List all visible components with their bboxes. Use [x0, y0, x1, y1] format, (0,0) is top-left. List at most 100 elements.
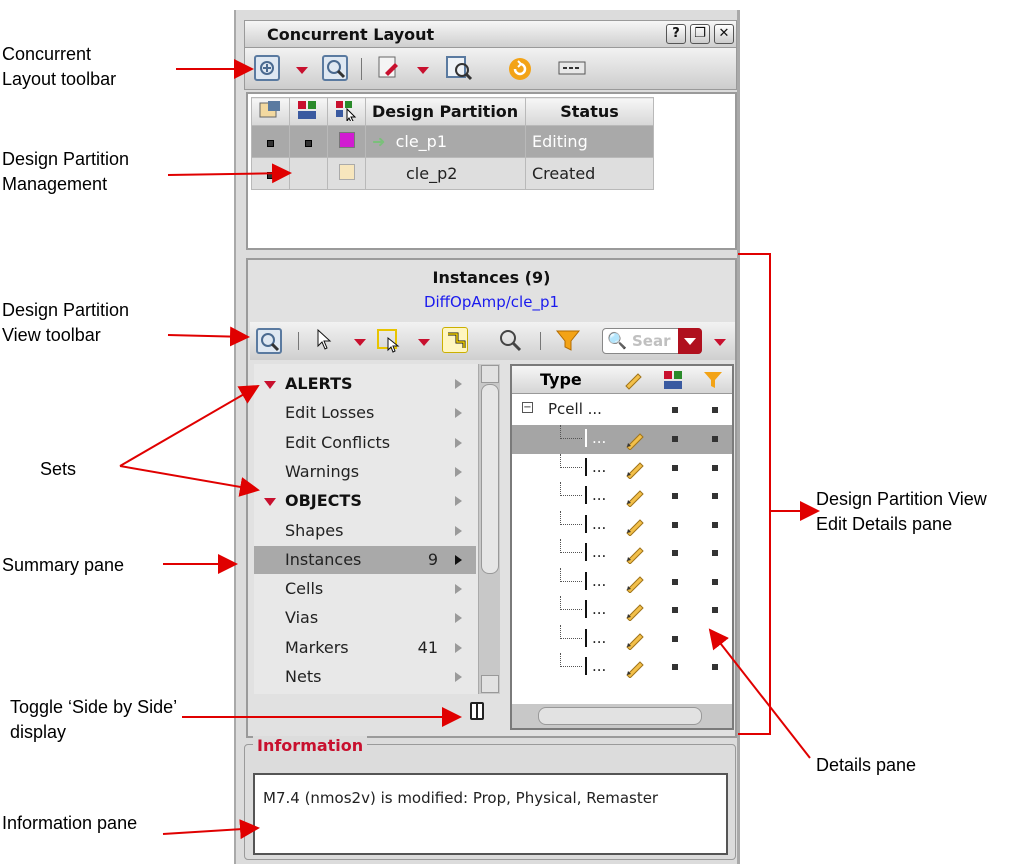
callout-design-partition-view-toolbar: Design Partition View toolbar [2, 300, 130, 345]
lock-column-header[interactable] [251, 97, 290, 126]
visibility-cell[interactable] [289, 125, 328, 158]
edit-pencil-icon[interactable] [624, 514, 646, 536]
create-partition-icon[interactable] [254, 55, 280, 81]
inspect-partition-icon[interactable] [445, 55, 473, 81]
area-select-icon[interactable] [376, 328, 402, 354]
scroll-down-icon[interactable] [481, 675, 499, 693]
partition-color-swatch[interactable] [338, 131, 355, 148]
partition-row[interactable]: ➜ cle_p1 Editing [251, 125, 654, 158]
tree-row-instance[interactable]: ... [512, 539, 732, 568]
tree-row-instance[interactable]: ... [512, 453, 732, 483]
tree-row-instance[interactable]: ... [512, 482, 732, 511]
select-arrow-icon[interactable] [314, 328, 340, 354]
color-cell[interactable] [327, 125, 366, 158]
float-button[interactable]: ❐ [690, 24, 710, 44]
edit-pencil-icon[interactable] [624, 599, 646, 621]
set-expand-arrow-icon[interactable] [455, 584, 462, 595]
side-by-side-icon[interactable] [442, 327, 468, 353]
type-column-header[interactable]: Type [540, 370, 582, 389]
select-dropdown-icon[interactable] [354, 339, 366, 346]
tree-row-root[interactable]: − Pcell ... [512, 396, 732, 425]
status-column-header[interactable]: Status [525, 97, 654, 126]
set-item[interactable]: Edit Losses [254, 399, 476, 427]
view-path[interactable]: DiffOpAmp/cle_p1 [248, 293, 735, 311]
scroll-up-icon[interactable] [481, 365, 499, 383]
partition-name-cell[interactable]: cle_p2 [365, 157, 526, 190]
set-expand-arrow-icon[interactable] [455, 525, 462, 536]
zoom-fit-icon[interactable] [256, 328, 282, 354]
set-expand-arrow-icon[interactable] [455, 437, 462, 448]
filter-column-icon[interactable] [702, 369, 724, 395]
color-column-header[interactable] [327, 97, 366, 126]
edit-pencil-icon[interactable] [624, 428, 646, 450]
filter-icon[interactable] [555, 328, 581, 354]
zoom-partition-icon[interactable] [322, 55, 348, 81]
set-item[interactable]: Cells [254, 575, 476, 603]
area-select-dropdown-icon[interactable] [418, 339, 430, 346]
details-scroll-thumb[interactable] [538, 707, 702, 725]
set-group-header[interactable]: ALERTS [254, 370, 476, 398]
set-expand-arrow-icon[interactable] [455, 554, 462, 565]
set-expand-arrow-icon[interactable] [455, 408, 462, 419]
edit-pencil-icon[interactable] [624, 628, 646, 650]
details-scrollbar[interactable] [512, 704, 732, 728]
edit-pencil-icon[interactable] [624, 457, 646, 479]
partition-name-cell[interactable]: ➜ cle_p1 [365, 125, 526, 158]
expand-triangle-icon[interactable] [264, 381, 276, 389]
status-marker [712, 578, 718, 585]
edit-pencil-icon[interactable] [624, 485, 646, 507]
color-cell[interactable] [327, 157, 366, 190]
partition-row[interactable]: cle_p2 Created [251, 157, 654, 190]
lock-cell[interactable] [251, 157, 290, 190]
lock-cell[interactable] [251, 125, 290, 158]
edit-partition-dropdown-icon[interactable] [417, 67, 429, 74]
edit-column-icon[interactable] [622, 368, 644, 394]
tree-row-instance[interactable]: ... [512, 425, 732, 454]
scroll-thumb[interactable] [481, 384, 499, 574]
visibility-cell[interactable] [289, 157, 328, 190]
partition-color-swatch[interactable] [338, 163, 355, 180]
summary-scrollbar[interactable] [478, 364, 500, 694]
toolbar-separator [361, 58, 362, 80]
tree-row-instance[interactable]: ... [512, 596, 732, 625]
partition-column-header[interactable]: Design Partition [365, 97, 526, 126]
edit-pencil-icon[interactable] [624, 542, 646, 564]
edit-pencil-icon[interactable] [624, 656, 646, 678]
options-icon[interactable] [557, 57, 586, 83]
expand-triangle-icon[interactable] [264, 498, 276, 507]
visibility-column-icon[interactable] [662, 369, 684, 395]
search-field[interactable]: 🔍 Sear [602, 328, 702, 354]
tree-row-instance[interactable]: ... [512, 653, 732, 682]
set-expand-arrow-icon[interactable] [455, 379, 462, 389]
concurrent-layout-panel: Concurrent Layout ? ❐ ✕ Design Partition… [234, 10, 740, 864]
tree-row-instance[interactable]: ... [512, 624, 732, 654]
search-dropdown-icon[interactable] [678, 328, 702, 354]
set-item[interactable]: Nets [254, 663, 476, 691]
set-item[interactable]: Shapes [254, 517, 476, 545]
close-button[interactable]: ✕ [714, 24, 734, 44]
edit-pencil-icon[interactable] [624, 571, 646, 593]
edit-partition-icon[interactable] [376, 55, 402, 81]
toggle-side-by-side-icon[interactable] [470, 702, 484, 720]
tree-collapse-icon[interactable]: − [522, 402, 533, 413]
set-expand-arrow-icon[interactable] [455, 642, 462, 653]
instance-bar-icon [585, 429, 587, 447]
set-item[interactable]: Instances 9 [254, 545, 476, 574]
create-partition-dropdown-icon[interactable] [296, 67, 308, 74]
search-icon[interactable] [498, 328, 524, 354]
set-item[interactable]: Vias [254, 604, 476, 632]
help-button[interactable]: ? [666, 24, 686, 44]
set-expand-arrow-icon[interactable] [455, 613, 462, 624]
set-expand-arrow-icon[interactable] [455, 466, 462, 477]
set-expand-arrow-icon[interactable] [455, 672, 462, 682]
set-expand-arrow-icon[interactable] [455, 496, 462, 507]
set-item[interactable]: Edit Conflicts [254, 429, 476, 457]
search-options-dropdown-icon[interactable] [714, 339, 726, 346]
refresh-icon[interactable] [507, 56, 533, 82]
set-item[interactable]: Markers 41 [254, 634, 476, 662]
set-group-header[interactable]: OBJECTS [254, 487, 476, 515]
tree-row-instance[interactable]: ... [512, 567, 732, 597]
set-item[interactable]: Warnings [254, 458, 476, 486]
visibility-column-header[interactable] [289, 97, 328, 126]
tree-row-instance[interactable]: ... [512, 510, 732, 540]
